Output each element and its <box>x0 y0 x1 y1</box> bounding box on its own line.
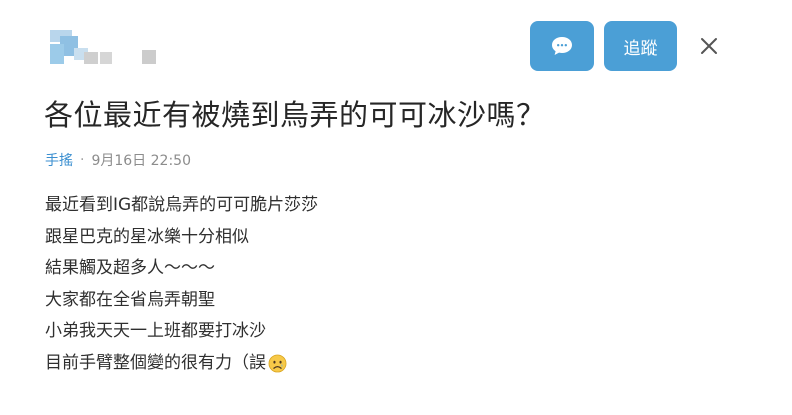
close-icon <box>701 38 717 54</box>
message-button[interactable] <box>530 21 594 71</box>
body-line: 結果觸及超多人～～～ <box>45 258 215 278</box>
post-date: 9月16日 22:50 <box>91 153 191 169</box>
body-line: 小弟我天天一上班都要打冰沙 <box>45 321 266 341</box>
close-button[interactable] <box>696 33 722 59</box>
body-line: 大家都在全省烏弄朝聖 <box>45 289 215 310</box>
board-link[interactable]: 手搖 <box>45 150 73 170</box>
post-meta: 手搖 · 9月16日 22:50 <box>45 150 191 170</box>
body-line: 最近看到IG都說烏弄的可可脆片莎莎 <box>45 195 319 215</box>
sad-face-emoji-icon <box>268 354 287 373</box>
chat-bubble-icon <box>552 37 572 55</box>
body-line: 跟星巴克的星冰樂十分相似 <box>45 226 249 247</box>
body-line-last: 目前手臂整個變的很有力（誤 <box>45 348 318 380</box>
author-avatar-pixelated <box>50 30 170 70</box>
post-body: 最近看到IG都說烏弄的可可脆片莎莎 跟星巴克的星冰樂十分相似 結果觸及超多人～～… <box>45 190 318 379</box>
post-page: 追蹤 各位最近有被燒到烏弄的可可冰沙嗎？ 手搖 · 9月16日 22:50 最近… <box>0 0 792 415</box>
meta-separator: · <box>80 152 85 168</box>
body-line-text: 目前手臂整個變的很有力（誤 <box>45 352 266 373</box>
post-title: 各位最近有被燒到烏弄的可可冰沙嗎？ <box>44 98 546 132</box>
follow-button[interactable]: 追蹤 <box>604 21 677 71</box>
